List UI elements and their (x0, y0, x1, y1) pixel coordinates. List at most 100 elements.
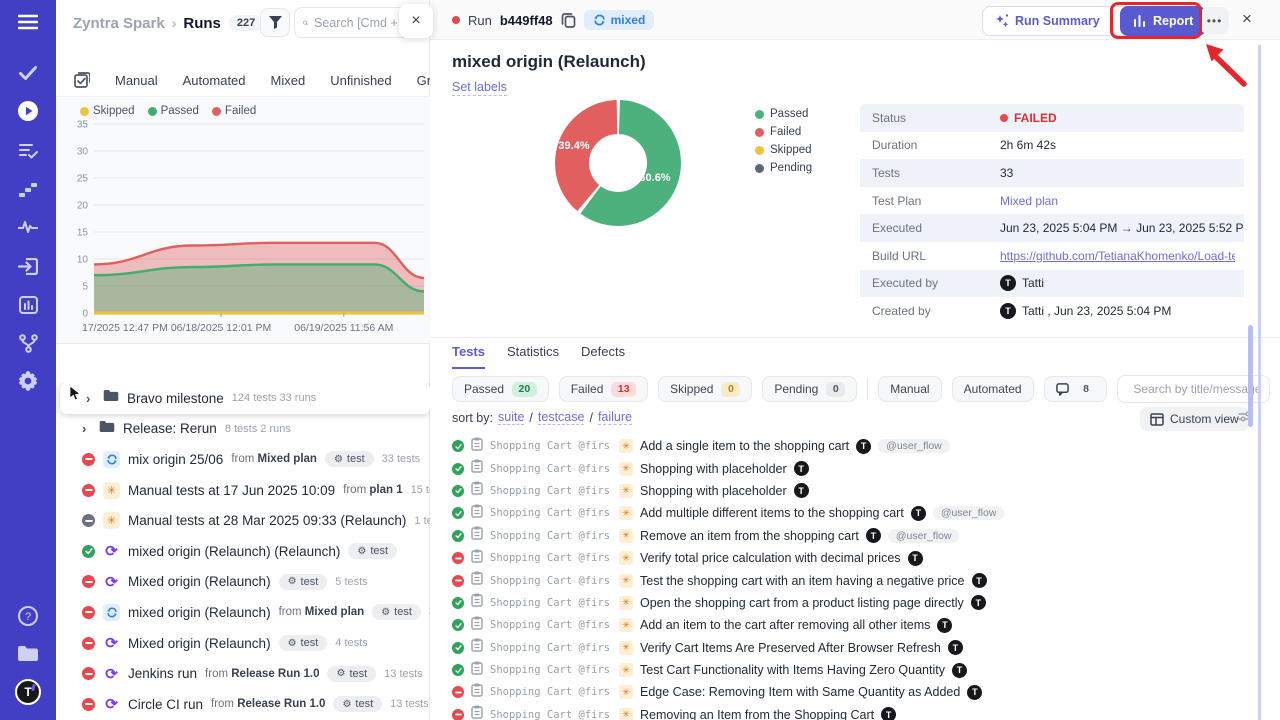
report-button[interactable]: Report (1120, 6, 1206, 36)
svg-text:?: ? (25, 611, 31, 623)
clipboard-icon (471, 638, 483, 657)
filter-skipped[interactable]: Skipped0 (658, 376, 752, 402)
assignee-avatar: T (908, 551, 923, 566)
run-status-dot (452, 16, 460, 24)
set-labels-link[interactable]: Set labels (452, 80, 507, 96)
tab-statistics[interactable]: Statistics (507, 344, 559, 369)
svg-text:15: 15 (77, 228, 89, 239)
test-row[interactable]: Shopping Cart @firs...✳Add an item to th… (430, 614, 1260, 636)
test-row[interactable]: Shopping Cart @firs...✳Verify total pric… (430, 547, 1260, 569)
scrollbar-track[interactable] (1258, 45, 1261, 720)
test-row[interactable]: Shopping Cart @firs...✳Removing an Item … (430, 704, 1260, 720)
filter-failed[interactable]: Failed13 (559, 376, 648, 402)
test-row[interactable]: Shopping Cart @firs...✳Verify Cart Items… (430, 637, 1260, 659)
run-list-item[interactable]: mix origin 25/06from Mixed plan⚙test33 t… (56, 444, 430, 475)
test-row[interactable]: Shopping Cart @firs...✳Remove an item fr… (430, 525, 1260, 547)
svg-text:0: 0 (82, 309, 88, 320)
test-list-icon[interactable] (0, 139, 56, 163)
steps-icon[interactable] (0, 177, 56, 201)
test-suite-name: Shopping Cart @firs... (490, 686, 612, 698)
tab-unfinished[interactable]: Unfinished (330, 73, 391, 88)
test-row[interactable]: Shopping Cart @firs...✳Test Cart Functio… (430, 659, 1260, 681)
breadcrumb-project[interactable]: Zyntra Spark (73, 15, 165, 32)
play-circle-icon[interactable] (0, 99, 56, 123)
run-list-item[interactable]: ⟳Circle CI runfrom Release Run 1.0⚙test1… (56, 689, 430, 720)
relaunch-run-icon: ⟳ (103, 665, 120, 682)
tab-tests[interactable]: Tests (452, 344, 485, 369)
run-list-item[interactable]: ⟳Mixed origin (Relaunch)⚙test4 tests (56, 628, 430, 659)
filter-count: 20 (512, 382, 537, 397)
custom-view-button[interactable]: Custom view (1140, 407, 1249, 431)
close-panel-button[interactable]: × (399, 4, 433, 38)
check-icon[interactable] (0, 61, 56, 85)
status-passed-icon (452, 664, 464, 676)
test-tag-pill: ⚙test (372, 604, 421, 620)
test-suite-name: Shopping Cart @firs... (490, 485, 612, 497)
select-runs-icon[interactable] (74, 72, 90, 88)
tab-manual[interactable]: Manual (115, 73, 158, 88)
test-row[interactable]: Shopping Cart @firs...✳Open the shopping… (430, 592, 1260, 614)
legend-label: Skipped (93, 105, 135, 117)
help-icon[interactable]: ? (0, 604, 56, 628)
tab-automated[interactable]: Automated (183, 73, 246, 88)
filter-pending[interactable]: Pending0 (762, 376, 857, 402)
run-name: Mixed origin (Relaunch) (128, 574, 271, 589)
run-list-item[interactable]: ⟳Jenkins runfrom Release Run 1.0⚙test13 … (56, 658, 430, 689)
test-row[interactable]: Shopping Cart @firs...✳Edge Case: Removi… (430, 681, 1260, 703)
run-list-item[interactable]: mixed origin (Relaunch)from Mixed plan⚙t… (56, 597, 430, 628)
run-meta: 124 tests 33 runs (232, 392, 316, 404)
sort-by-testcase[interactable]: testcase (538, 410, 585, 425)
filter-button[interactable] (260, 8, 290, 37)
status-failed-icon (452, 709, 464, 720)
filter-manual[interactable]: Manual (878, 376, 941, 402)
filter-count: 13 (611, 382, 636, 397)
run-list-item[interactable]: ⟳Mixed origin (Relaunch)⚙test5 tests (56, 567, 430, 598)
detail-value[interactable]: https://github.com/TetianaKhomenko/Load-… (1000, 249, 1235, 263)
sort-by-suite[interactable]: suite (498, 410, 524, 425)
test-row[interactable]: Shopping Cart @firs...✳Shopping with pla… (430, 480, 1260, 502)
tab-defects[interactable]: Defects (581, 344, 625, 369)
chevron-right-icon[interactable]: › (82, 421, 91, 436)
test-suite-name: Shopping Cart @firs... (490, 552, 612, 564)
status-failed-icon (452, 575, 464, 587)
status-failed-icon (452, 552, 464, 564)
sort-by-failure[interactable]: failure (598, 410, 632, 425)
close-run-button[interactable]: × (1236, 9, 1258, 29)
chevron-right-icon[interactable]: › (86, 391, 95, 406)
filter-passed[interactable]: Passed20 (452, 376, 549, 402)
run-list-item[interactable]: ›Release: Rerun8 tests 2 runs (56, 414, 430, 445)
projects-folder-icon[interactable] (0, 641, 56, 665)
breadcrumb-page[interactable]: Runs (183, 15, 221, 32)
legend-item-skipped: Skipped (80, 105, 135, 117)
svg-text:5: 5 (82, 282, 88, 293)
run-name: Manual tests at 28 Mar 2025 09:33 (Relau… (128, 513, 406, 528)
tab-mixed[interactable]: Mixed (271, 73, 306, 88)
run-list-item[interactable]: ›Bravo milestone124 tests 33 runs (60, 383, 430, 414)
copy-icon[interactable] (561, 12, 576, 28)
pulse-icon[interactable] (0, 215, 56, 239)
run-list-item[interactable]: ✳Manual tests at 17 Jun 2025 10:09from p… (56, 475, 430, 506)
detail-value[interactable]: Mixed plan (1000, 194, 1058, 208)
run-list-item[interactable]: ✳Manual tests at 28 Mar 2025 09:33 (Rela… (56, 505, 430, 536)
analytics-icon[interactable] (0, 293, 56, 317)
sign-in-icon[interactable] (0, 254, 56, 278)
menu-icon[interactable] (0, 10, 56, 34)
filter-automated[interactable]: Automated (952, 376, 1034, 402)
more-actions-button[interactable]: ••• (1200, 7, 1229, 34)
donut-legend-passed: Passed (755, 108, 812, 120)
test-row[interactable]: Shopping Cart @firs...✳Test the shopping… (430, 569, 1260, 591)
test-row[interactable]: Shopping Cart @firs...✳Add a single item… (430, 435, 1260, 457)
run-list-item[interactable]: ⟳mixed origin (Relaunch) (Relaunch)⚙test (56, 536, 430, 567)
settings-gear-icon[interactable] (0, 369, 56, 393)
burst-run-icon: ✳ (103, 482, 120, 499)
scrollbar-thumb[interactable] (1248, 325, 1253, 427)
branches-icon[interactable] (0, 331, 56, 355)
filter-comments[interactable]: 8 (1044, 376, 1108, 402)
test-row[interactable]: Shopping Cart @firs...✳Shopping with pla… (430, 457, 1260, 479)
detail-label: Executed (860, 221, 1000, 235)
user-avatar[interactable]: T (0, 678, 56, 706)
test-row[interactable]: Shopping Cart @firs...✳Add multiple diff… (430, 502, 1260, 524)
assignee-avatar: T (794, 461, 809, 476)
status-passed-icon (452, 507, 464, 519)
run-name: mixed origin (Relaunch) (Relaunch) (128, 544, 340, 559)
